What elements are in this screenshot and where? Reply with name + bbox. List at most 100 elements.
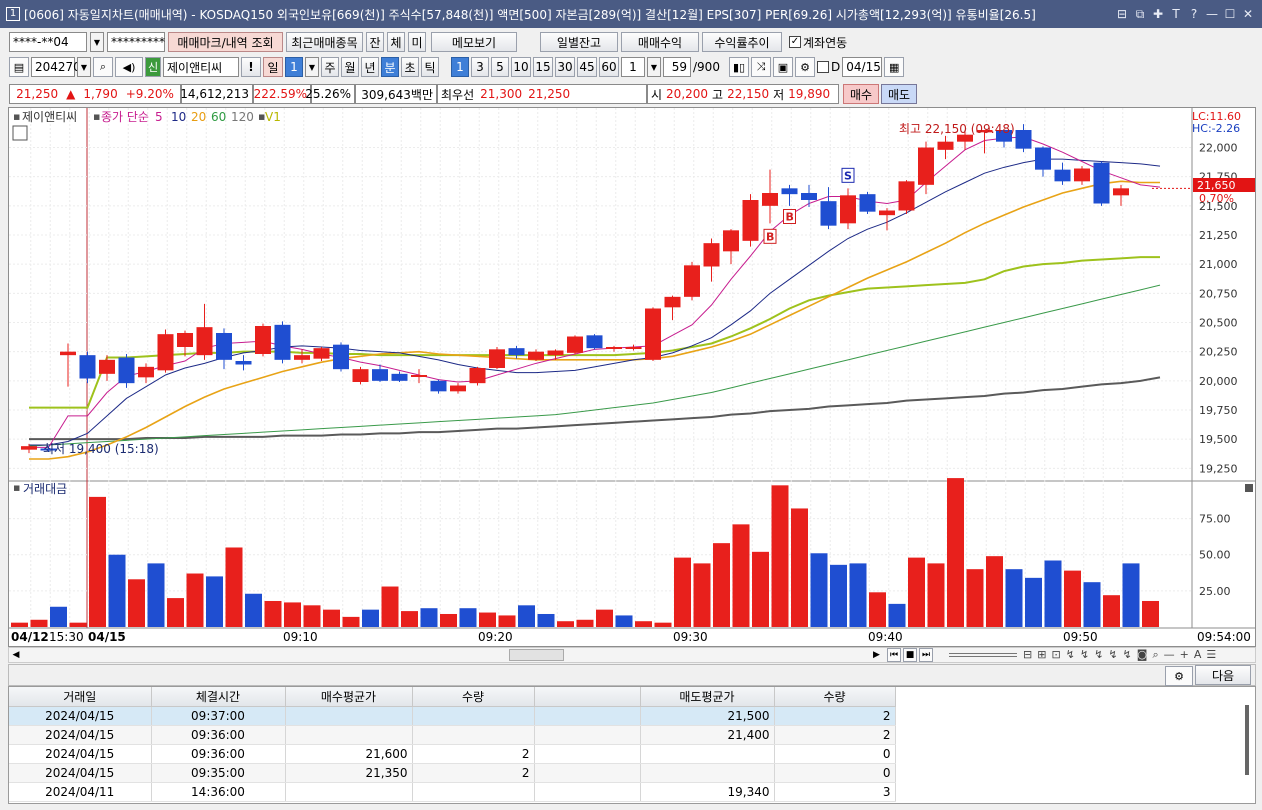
tool-icon-6[interactable]: ↯ <box>1094 648 1103 662</box>
close-icon[interactable]: ✕ <box>1240 6 1256 22</box>
account-link-checkbox[interactable]: ✓ <box>789 36 801 48</box>
interval-dropdown-icon[interactable]: ▼ <box>647 57 661 77</box>
period-second-button[interactable]: 초 <box>401 57 419 77</box>
table-cell: 2024/04/15 <box>9 725 152 745</box>
sell-button[interactable]: 매도 <box>881 84 917 104</box>
period-month-button[interactable]: 월 <box>341 57 359 77</box>
interval-3-button[interactable]: 3 <box>471 57 489 77</box>
return-trend-button[interactable]: 수익률추이 <box>702 32 782 52</box>
tool-icon-7[interactable]: ↯ <box>1108 648 1117 662</box>
orders-scrollbar[interactable] <box>1245 705 1249 775</box>
scroll-right-icon[interactable]: ▶ <box>873 650 880 660</box>
date-input[interactable]: 04/15 <box>842 57 883 77</box>
interval-15-button[interactable]: 15 <box>533 57 553 77</box>
period-day-button[interactable]: 일 <box>263 57 283 77</box>
stop-icon[interactable]: ■ <box>903 648 917 662</box>
menu-icon[interactable]: ☰ <box>1206 648 1216 662</box>
tool-icon-3[interactable]: ⊡ <box>1051 648 1060 662</box>
interval-60-button[interactable]: 60 <box>599 57 619 77</box>
interval-input[interactable]: 1 <box>621 57 645 77</box>
chart-panel[interactable]: 19,250 19,500 19,750 20,000 20,250 20,500 20,7… <box>8 107 1256 647</box>
date-checkbox[interactable] <box>817 61 829 73</box>
zoom-in-icon[interactable]: + <box>1180 648 1189 662</box>
maximize-icon[interactable]: ☐ <box>1222 6 1238 22</box>
col-exec-time[interactable]: 체결시간 <box>151 687 286 707</box>
account-input[interactable]: ****-**04 <box>9 32 87 52</box>
minimize-icon[interactable]: — <box>1204 6 1220 22</box>
sound-icon[interactable]: ◀) <box>115 57 143 77</box>
stock-name-field[interactable]: 제이앤티씨 <box>163 57 239 77</box>
orders-gear-icon[interactable]: ⚙ <box>1165 666 1193 686</box>
table-row[interactable]: 2024/04/15 09:37:00 21,500 2 <box>9 706 896 726</box>
last-icon[interactable]: ⏭ <box>919 648 933 662</box>
interval-10-button[interactable]: 10 <box>511 57 531 77</box>
gear-icon[interactable]: ⚙ <box>795 57 815 77</box>
zoom-out-icon[interactable]: — <box>1164 648 1175 662</box>
candle-body <box>723 230 739 252</box>
period-minute-button[interactable]: 분 <box>381 57 399 77</box>
magnify-icon[interactable]: ⌕ <box>1152 648 1158 662</box>
table-row[interactable]: 2024/04/15 09:35:00 21,350 2 0 <box>9 763 896 783</box>
copy-window-icon[interactable]: ⧉ <box>1132 6 1148 22</box>
unfilled-button[interactable]: 미 <box>408 32 426 52</box>
table-cell: 09:35:00 <box>151 763 286 783</box>
draw-tool-icon[interactable]: ⤨ <box>751 57 771 77</box>
stock-code-input[interactable]: 204270 <box>31 57 81 77</box>
calendar-icon[interactable]: ▦ <box>884 57 905 77</box>
interval-5-button[interactable]: 5 <box>491 57 509 77</box>
next-button[interactable]: 다음 <box>1195 665 1251 685</box>
col-trade-date[interactable]: 거래일 <box>9 687 152 707</box>
table-row[interactable]: 2024/04/15 09:36:00 21,400 2 <box>9 725 896 745</box>
first-icon[interactable]: ⏮ <box>887 648 901 662</box>
volume-panel-close-icon[interactable] <box>1245 484 1253 492</box>
tool-icon-5[interactable]: ↯ <box>1080 648 1089 662</box>
link-icon[interactable]: ⊟ <box>1114 6 1130 22</box>
camera-icon[interactable]: ◙ <box>1137 648 1148 662</box>
interval-45-button[interactable]: 45 <box>577 57 597 77</box>
period-week-button[interactable]: 주 <box>321 57 339 77</box>
buy-button[interactable]: 매수 <box>843 84 879 104</box>
code-dropdown-icon[interactable]: ▼ <box>77 57 91 77</box>
col-buy-qty[interactable]: 수량 <box>412 687 535 707</box>
price-chart[interactable]: 19,250 19,500 19,750 20,000 20,250 20,500 20,7… <box>9 108 1255 646</box>
tool-icon-2[interactable]: ⊞ <box>1037 648 1046 662</box>
period-day-value[interactable]: 1 <box>285 57 303 77</box>
grid-toggle-icon[interactable] <box>12 125 28 141</box>
scroll-left-icon[interactable]: ◀ <box>9 650 23 660</box>
account-dropdown-icon[interactable]: ▼ <box>90 32 104 52</box>
info-button[interactable]: ! <box>241 57 261 77</box>
memo-button[interactable]: 메모보기 <box>431 32 517 52</box>
text-icon[interactable]: T <box>1168 6 1184 22</box>
candle-settings-icon[interactable]: ▮▯ <box>729 57 749 77</box>
col-buy-avg[interactable]: 매수평균가 <box>285 687 413 707</box>
col-sell-avg[interactable]: 매도평균가 <box>640 687 775 707</box>
interval-1-button[interactable]: 1 <box>451 57 469 77</box>
recent-trade-button[interactable]: 최근매매종목 <box>286 32 363 52</box>
trade-profit-button[interactable]: 매매수익 <box>621 32 699 52</box>
filled-button[interactable]: 체 <box>387 32 405 52</box>
stock-list-icon[interactable]: ▤ <box>9 57 29 77</box>
zoom-slider[interactable] <box>949 653 1017 657</box>
scroll-thumb[interactable] <box>509 649 564 661</box>
interval-30-button[interactable]: 30 <box>555 57 575 77</box>
chart-scrollbar[interactable]: ◀ ▶ ⏮ ■ ⏭ ⊟ ⊞ ⊡ ↯ ↯ ↯ ↯ ↯ ◙ ⌕ — + A ☰ <box>8 647 1256 663</box>
count-input[interactable]: 59 <box>663 57 691 77</box>
table-row[interactable]: 2024/04/15 09:36:00 21,600 2 0 <box>9 744 896 764</box>
help-icon[interactable]: ? <box>1186 6 1202 22</box>
password-input[interactable]: ********* <box>107 32 165 52</box>
font-a-icon[interactable]: A <box>1194 648 1202 662</box>
period-year-button[interactable]: 년 <box>361 57 379 77</box>
tool-icon-4[interactable]: ↯ <box>1066 648 1075 662</box>
trade-mark-button[interactable]: 매매마크/내역 조회 <box>168 32 283 52</box>
tool-icon-1[interactable]: ⊟ <box>1023 648 1032 662</box>
search-icon[interactable]: ⌕ <box>93 57 113 77</box>
tool-icon-8[interactable]: ↯ <box>1123 648 1132 662</box>
day-dropdown-icon[interactable]: ▼ <box>305 57 319 77</box>
period-tick-button[interactable]: 틱 <box>421 57 439 77</box>
save-icon[interactable]: ▣ <box>773 57 793 77</box>
table-row[interactable]: 2024/04/11 14:36:00 19,340 3 <box>9 782 896 802</box>
daily-balance-button[interactable]: 일별잔고 <box>540 32 618 52</box>
balance-button[interactable]: 잔 <box>366 32 384 52</box>
col-sell-qty[interactable]: 수량 <box>774 687 896 707</box>
pin-icon[interactable]: ✚ <box>1150 6 1166 22</box>
